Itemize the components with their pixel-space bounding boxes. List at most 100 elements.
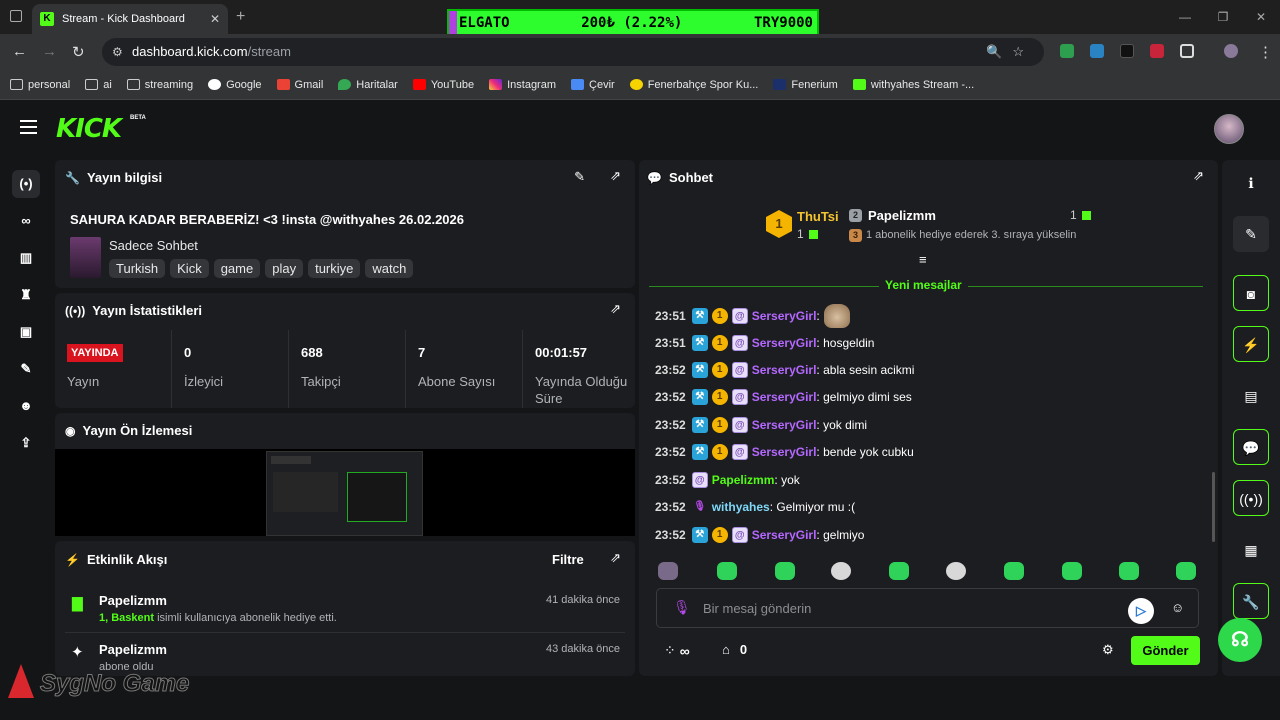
forward-icon[interactable]: → <box>42 43 57 60</box>
store-counter[interactable]: ⌂ 0 <box>722 642 747 657</box>
emote-green-icon[interactable] <box>1119 562 1139 580</box>
bookmark-1[interactable]: ai <box>85 79 112 91</box>
dark-extension-icon[interactable] <box>1120 44 1134 58</box>
message-user[interactable]: SerseryGirl <box>752 309 817 323</box>
reload-icon[interactable]: ↻ <box>72 43 85 61</box>
multistream-icon[interactable]: ▦ <box>1233 532 1269 568</box>
wrench-tool-icon[interactable]: 🔧 <box>1233 583 1269 619</box>
edit-icon[interactable]: ✎ <box>1233 216 1269 252</box>
minimize-icon[interactable]: — <box>1166 0 1204 34</box>
translate-extension-icon[interactable] <box>1090 44 1104 58</box>
category-name[interactable]: Sadece Sohbet <box>109 238 198 253</box>
edit-pencil-icon[interactable]: ✎ <box>574 169 585 185</box>
leader1-name[interactable]: ThuTsi <box>797 209 839 224</box>
emote-green-icon[interactable] <box>1004 562 1024 580</box>
popout-icon[interactable]: ⇗ <box>610 168 621 184</box>
popout-icon[interactable]: ⇗ <box>1193 168 1204 184</box>
bolt-tool-icon[interactable]: ⚡ <box>1233 326 1269 362</box>
collapse-leaderboard-icon[interactable]: ≡ <box>919 252 927 267</box>
site-info-icon[interactable]: ⚙ <box>112 38 123 66</box>
emote-cat-icon[interactable] <box>658 562 678 580</box>
url-field[interactable]: ⚙ dashboard.kick.com/stream 🔍☆ <box>102 38 1044 66</box>
bookmark-10[interactable]: Fenerium <box>773 79 838 91</box>
subscriber-badge-icon: 1 <box>711 389 728 405</box>
message-user[interactable]: withyahes <box>712 500 770 514</box>
wrench-nav-icon[interactable]: ✎ <box>12 355 40 383</box>
emote-green-icon[interactable] <box>889 562 909 580</box>
upload-nav-icon[interactable]: ⇪ <box>12 429 40 457</box>
message-user[interactable]: Papelizmm <box>712 473 775 487</box>
close-tab-icon[interactable]: ✕ <box>210 12 220 26</box>
channel-points[interactable]: ⁘ ∞ <box>664 642 690 659</box>
emote-green-icon[interactable] <box>1062 562 1082 580</box>
message-user[interactable]: SerseryGirl <box>752 418 817 432</box>
popout-icon[interactable]: ⇗ <box>610 301 621 317</box>
popout-icon[interactable]: ⇗ <box>610 550 621 566</box>
chat-scrollbar[interactable] <box>1212 472 1215 542</box>
camera-tool-icon[interactable]: ◙ <box>1233 275 1269 311</box>
message-user[interactable]: SerseryGirl <box>752 390 817 404</box>
profile-icon[interactable] <box>1224 44 1238 58</box>
bookmark-8[interactable]: Çevir <box>571 79 615 91</box>
stat-value: 688 <box>301 345 323 360</box>
emote-white-icon[interactable] <box>946 562 966 580</box>
send-button[interactable]: Gönder <box>1131 636 1200 665</box>
kick-logo[interactable]: KICK <box>56 114 122 144</box>
bookmark-4[interactable]: Gmail <box>276 79 323 91</box>
message-user[interactable]: SerseryGirl <box>752 445 817 459</box>
info-icon[interactable]: ℹ <box>1233 165 1269 201</box>
back-icon[interactable]: ← <box>12 43 27 60</box>
bookmark-2[interactable]: streaming <box>126 79 193 91</box>
broadcaster-mic-icon: 🎙 <box>693 501 707 512</box>
emote-white-icon[interactable] <box>831 562 851 580</box>
bookmark-7[interactable]: Instagram <box>489 79 556 91</box>
microphone-icon[interactable]: 🎙 <box>673 599 691 616</box>
bookmark-11[interactable]: withyahes Stream -... <box>852 79 974 91</box>
emoji-picker-icon[interactable]: ☺ <box>1171 600 1184 615</box>
broadcast-tool-icon[interactable]: ((•)) <box>1233 480 1269 516</box>
emote-green-icon[interactable] <box>1176 562 1196 580</box>
menu-kebab-icon[interactable]: ⋮ <box>1258 43 1273 61</box>
message-user[interactable]: SerseryGirl <box>752 336 817 350</box>
vpn-extension-icon[interactable] <box>1060 44 1074 58</box>
bookmark-3[interactable]: Google <box>208 79 262 91</box>
tag: Kick <box>170 259 209 278</box>
zoom-bookmark-icons[interactable]: 🔍☆ <box>986 38 1034 66</box>
bookmark-5[interactable]: Haritalar <box>338 79 398 91</box>
link-nav-icon[interactable]: ∞ <box>12 207 40 235</box>
og-badge-icon: @ <box>691 472 708 488</box>
analytics-nav-icon[interactable]: ▥ <box>12 244 40 272</box>
close-window-icon[interactable]: ✕ <box>1242 0 1280 34</box>
community-nav-icon[interactable]: ☻ <box>12 392 40 420</box>
trophy-nav-icon[interactable]: ♜ <box>12 281 40 309</box>
preview-thumbnail[interactable] <box>266 451 423 536</box>
user-avatar[interactable] <box>1214 114 1244 144</box>
hamburger-menu-icon[interactable] <box>20 120 37 138</box>
extensions-puzzle-icon[interactable] <box>1180 44 1194 58</box>
leader2-name[interactable]: Papelizmm <box>868 208 936 223</box>
emote-green-icon[interactable] <box>775 562 795 580</box>
assistant-extension-icon[interactable]: ▷ <box>1128 598 1154 624</box>
video-nav-icon[interactable]: ▣ <box>12 318 40 346</box>
chat-message: 23:52 ⚒ 1 @ SerseryGirl: bende yok cubku <box>655 442 914 462</box>
message-user[interactable]: SerseryGirl <box>752 363 817 377</box>
notes-icon[interactable]: ▤ <box>1233 378 1269 414</box>
filter-button[interactable]: Filtre <box>552 552 584 567</box>
bookmark-0[interactable]: personal <box>10 79 70 91</box>
message-text: : gelmiyo dimi ses <box>816 390 912 404</box>
bookmark-6[interactable]: YouTube <box>412 79 474 91</box>
tab-kick-dashboard[interactable]: K Stream - Kick Dashboard ✕ <box>32 4 228 34</box>
emote-green-icon[interactable] <box>717 562 737 580</box>
message-user[interactable]: SerseryGirl <box>752 528 817 542</box>
stream-nav-icon[interactable]: (•) <box>12 170 40 198</box>
bookmark-9[interactable]: Fenerbahçe Spor Ku... <box>629 79 758 91</box>
chat-tool-icon[interactable]: 💬 <box>1233 429 1269 465</box>
chat-settings-gear-icon[interactable]: ⚙ <box>1102 642 1114 658</box>
maximize-icon[interactable]: ❐ <box>1204 0 1242 34</box>
moderator-badge-icon: ⚒ <box>691 527 708 543</box>
support-chat-icon[interactable]: ☊ <box>1218 618 1262 662</box>
chat-input-box[interactable]: 🎙 Bir mesaj gönderin ▷ ☺ <box>656 588 1199 628</box>
new-tab-icon[interactable]: + <box>236 8 245 26</box>
tab-search-icon[interactable] <box>10 10 22 22</box>
red-extension-icon[interactable] <box>1150 44 1164 58</box>
